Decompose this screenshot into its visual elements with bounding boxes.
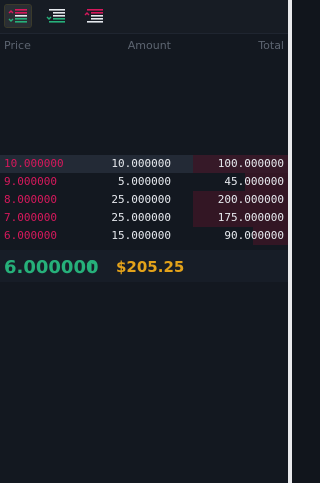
- ask-price: 9.000000: [4, 175, 57, 188]
- ask-amount: 25.000000: [111, 211, 171, 224]
- ask-total: 90.000000: [224, 229, 284, 242]
- ask-row[interactable]: 9.000000 5.000000 45.000000: [0, 173, 288, 191]
- ask-total: 45.000000: [224, 175, 284, 188]
- orderbook-both-button[interactable]: [4, 4, 32, 28]
- orderbook-asks-icon: [84, 9, 103, 23]
- orderbook-bids-icon: [46, 9, 65, 23]
- panel-edge: [288, 0, 292, 483]
- ask-price: 10.000000: [4, 157, 64, 170]
- ask-total: 200.000000: [217, 193, 284, 206]
- ask-amount: 15.000000: [111, 229, 171, 242]
- amount-column-header: Amount: [127, 39, 171, 52]
- orderbook-toolbar: [0, 0, 288, 34]
- ask-row[interactable]: 8.000000 25.000000 200.000000: [0, 191, 288, 209]
- ask-amount: 5.000000: [118, 175, 171, 188]
- orderbook-both-icon: [8, 9, 27, 23]
- ask-row[interactable]: 10.000000 10.000000 100.000000: [0, 155, 288, 173]
- ask-price: 8.000000: [4, 193, 57, 206]
- ask-price: 6.000000: [4, 229, 57, 242]
- ask-amount: 25.000000: [111, 193, 171, 206]
- usd-price: $205.25: [116, 258, 185, 276]
- ask-amount: 10.000000: [111, 157, 171, 170]
- ask-row[interactable]: 6.000000 15.000000 90.000000: [0, 227, 288, 245]
- orderbook-asks-button[interactable]: [81, 5, 107, 27]
- column-headers: Price Amount Total: [0, 34, 288, 56]
- orderbook-panel: Price Amount Total 10.000000 10.000000 100…: [0, 0, 288, 483]
- ask-row[interactable]: 7.000000 25.000000 175.000000: [0, 209, 288, 227]
- price-column-header: Price: [4, 39, 31, 52]
- ask-price: 7.000000: [4, 211, 57, 224]
- price-up-arrow-icon: ↑: [84, 257, 98, 276]
- ask-total: 175.000000: [217, 211, 284, 224]
- ask-total: 100.000000: [217, 157, 284, 170]
- orderbook-bids-button[interactable]: [43, 5, 69, 27]
- total-column-header: Total: [258, 39, 284, 52]
- last-price-summary: 6.000000 ↑ $205.25: [0, 250, 288, 282]
